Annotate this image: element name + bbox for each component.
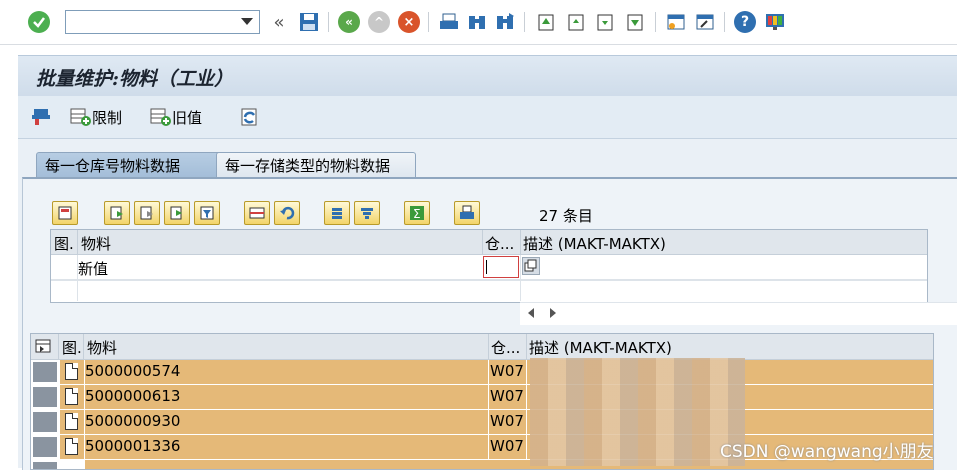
column-header-icon[interactable]: 图. xyxy=(62,337,82,358)
customize-layout-icon[interactable] xyxy=(764,11,786,33)
undo-icon[interactable] xyxy=(274,201,300,225)
tab-warehouse-material-data[interactable]: 每一仓库号物料数据 xyxy=(36,152,226,178)
details-icon[interactable] xyxy=(52,201,78,225)
document-icon xyxy=(65,388,78,405)
find-icon[interactable] xyxy=(466,11,488,33)
column-header-icon[interactable]: 图. xyxy=(54,233,74,254)
tab-label: 每一仓库号物料数据 xyxy=(45,157,181,175)
new-value-grid: 图. 物料 仓... 描述 (MAKT-MAKTX) 新值 xyxy=(50,229,928,303)
sum-icon[interactable]: Σ xyxy=(404,201,430,225)
new-session-icon[interactable] xyxy=(665,11,687,33)
previous-page-icon[interactable] xyxy=(565,11,587,33)
warehouse-number: W07 xyxy=(490,437,524,455)
page-title: 批量维护:物料（工业） xyxy=(36,68,234,90)
help-icon[interactable]: ? xyxy=(734,11,756,33)
selection-screen-icon[interactable] xyxy=(30,106,52,128)
table-add-icon xyxy=(70,108,91,126)
title-bar: 批量维护:物料（工业） xyxy=(18,55,957,96)
column-header-material[interactable]: 物料 xyxy=(81,233,111,254)
table-row[interactable]: 5000000930 W07 xyxy=(31,410,933,434)
deselect-all-icon[interactable] xyxy=(134,201,160,225)
new-value-row: 新值 xyxy=(51,255,927,280)
svg-text:Σ: Σ xyxy=(413,207,421,221)
sort-descending-icon[interactable] xyxy=(354,201,380,225)
save-icon[interactable] xyxy=(298,11,320,33)
entries-count: 27 条目 xyxy=(539,207,593,225)
tab-storage-type-material-data[interactable]: 每一存储类型的物料数据 xyxy=(216,152,416,178)
next-page-icon[interactable] xyxy=(594,11,616,33)
restrict-label: 限制 xyxy=(92,108,123,127)
print-icon[interactable] xyxy=(438,11,460,33)
document-icon xyxy=(65,438,78,455)
fill-column-icon[interactable] xyxy=(244,201,270,225)
scroll-left-icon[interactable] xyxy=(528,308,534,318)
command-field[interactable] xyxy=(65,10,260,34)
column-header-warehouse[interactable]: 仓... xyxy=(491,337,520,358)
row-selector[interactable] xyxy=(33,362,57,382)
warehouse-number: W07 xyxy=(490,412,524,430)
document-icon xyxy=(65,413,78,430)
sort-ascending-icon[interactable] xyxy=(324,201,350,225)
cancel-icon[interactable]: × xyxy=(398,11,420,33)
last-page-icon[interactable] xyxy=(624,11,646,33)
table-row[interactable]: 5000000574 W07 xyxy=(31,360,933,384)
restrict-button[interactable]: 限制 xyxy=(70,106,122,128)
filter-icon[interactable] xyxy=(194,201,220,225)
watermark: CSDN @wangwang小朋友 xyxy=(720,442,934,462)
chevron-down-icon[interactable] xyxy=(241,18,253,25)
layout-icon[interactable] xyxy=(35,338,53,354)
old-value-button[interactable]: 旧值 xyxy=(150,106,202,128)
column-header-description[interactable]: 描述 (MAKT-MAKTX) xyxy=(529,337,672,358)
description-input[interactable] xyxy=(522,257,540,275)
row-selector[interactable] xyxy=(33,412,57,432)
application-toolbar: 限制 旧值 xyxy=(18,96,957,139)
old-value-label: 旧值 xyxy=(172,108,203,127)
collapse-icon[interactable]: « xyxy=(270,11,288,33)
select-block-icon[interactable] xyxy=(164,201,190,225)
material-number: 5000000930 xyxy=(85,412,181,430)
warehouse-number: W07 xyxy=(490,362,524,380)
horizontal-scrollbar[interactable] xyxy=(520,302,957,325)
row-selector[interactable] xyxy=(33,437,57,457)
warehouse-number: W07 xyxy=(490,387,524,405)
first-page-icon[interactable] xyxy=(535,11,557,33)
standard-toolbar: « « ^ × ? xyxy=(0,0,957,45)
material-number: 5000001336 xyxy=(85,437,181,455)
shortcut-icon[interactable] xyxy=(694,11,716,33)
column-header-description[interactable]: 描述 (MAKT-MAKTX) xyxy=(523,233,666,254)
exit-icon[interactable]: ^ xyxy=(368,11,390,33)
document-icon xyxy=(65,363,78,380)
table-row[interactable]: 5000000613 W07 xyxy=(31,385,933,409)
scroll-right-icon[interactable] xyxy=(550,308,556,318)
grid-header: 图. 物料 仓... 描述 (MAKT-MAKTX) xyxy=(51,230,927,255)
warehouse-input[interactable] xyxy=(483,256,519,278)
material-number: 5000000613 xyxy=(85,387,181,405)
table-add-icon xyxy=(150,108,171,126)
material-number: 5000000574 xyxy=(85,362,181,380)
find-next-icon[interactable] xyxy=(494,11,516,33)
column-header-warehouse[interactable]: 仓... xyxy=(485,233,514,254)
new-value-label: 新值 xyxy=(78,260,109,278)
grid-header: 图. 物料 仓... 描述 (MAKT-MAKTX) xyxy=(31,334,933,360)
value-help-icon[interactable] xyxy=(523,258,539,274)
tab-label: 每一存储类型的物料数据 xyxy=(225,157,391,175)
row-selector[interactable] xyxy=(33,387,57,407)
refresh-icon[interactable] xyxy=(238,106,262,128)
print-preview-icon[interactable] xyxy=(454,201,480,225)
select-all-icon[interactable] xyxy=(104,201,130,225)
enter-check-icon[interactable] xyxy=(28,11,50,33)
back-icon[interactable]: « xyxy=(338,11,360,33)
column-header-material[interactable]: 物料 xyxy=(87,337,117,358)
pixelated-description xyxy=(530,358,745,466)
